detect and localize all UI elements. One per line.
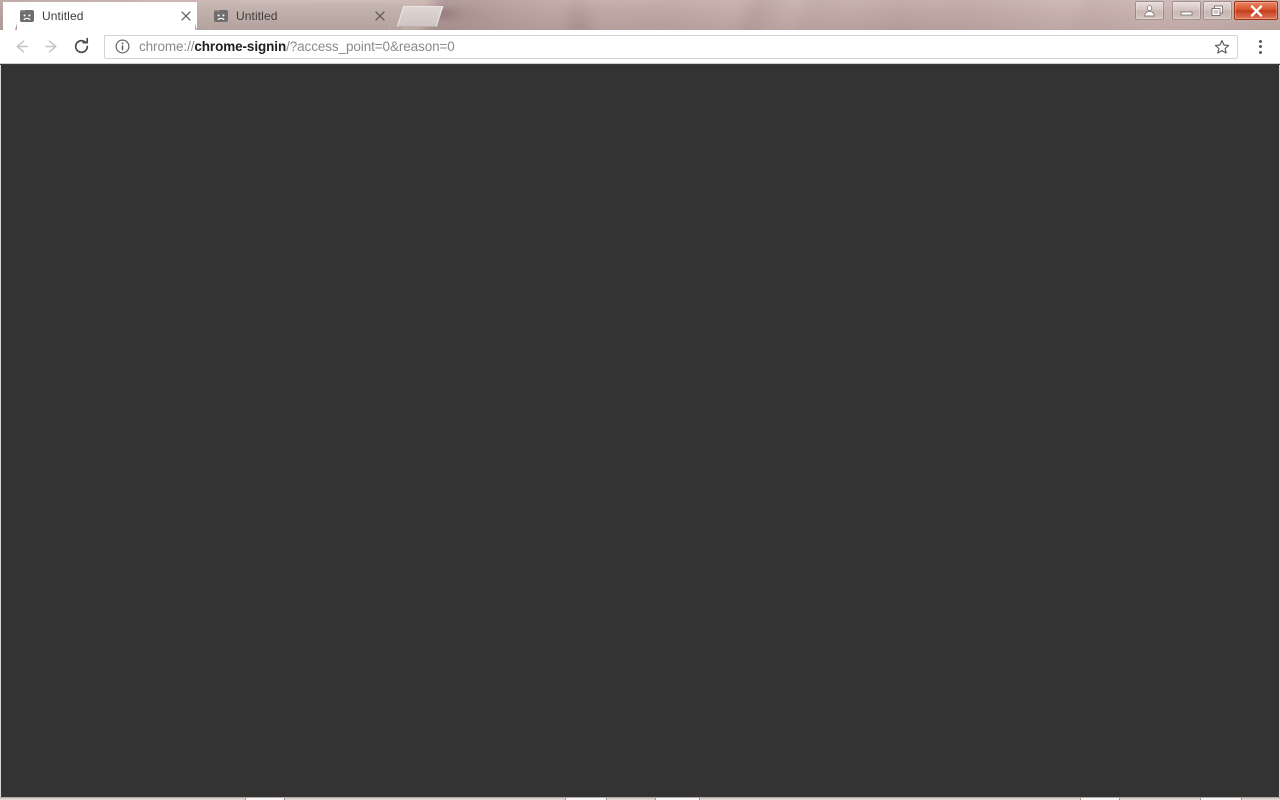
restore-button[interactable] — [1203, 1, 1232, 20]
minimize-button[interactable] — [1172, 1, 1201, 20]
page-content-area[interactable] — [0, 65, 1280, 797]
tab-content: Untitled — [213, 2, 398, 30]
three-dot-menu-icon[interactable] — [1246, 33, 1274, 61]
close-button[interactable] — [1234, 1, 1278, 20]
url-scheme: chrome:// — [139, 39, 195, 54]
url-path: /?access_point=0&reason=0 — [286, 39, 455, 54]
tab-left-edge — [3, 2, 17, 30]
menu-dot — [1258, 39, 1262, 43]
menu-dot — [1258, 45, 1262, 48]
theme-background-streak — [420, 0, 580, 30]
profile-avatar-button[interactable] — [1135, 1, 1164, 20]
tab-content: Untitled — [19, 2, 204, 30]
sad-face-crashed-icon — [213, 8, 229, 24]
star-icon[interactable] — [1211, 36, 1233, 58]
new-tab-button[interactable] — [396, 6, 444, 27]
omnibox-url-text: chrome://chrome-signin/?access_point=0&r… — [139, 39, 1211, 54]
info-circle-icon[interactable] — [114, 39, 130, 55]
theme-background-text-blur — [438, 8, 494, 19]
theme-background-streak — [789, 0, 859, 30]
tab-title: Untitled — [42, 9, 84, 23]
back-button[interactable] — [6, 32, 36, 62]
theme-background-streak — [942, 0, 1048, 30]
tab-close-button[interactable] — [372, 8, 388, 24]
theme-background-streak — [734, 0, 811, 30]
forward-button[interactable] — [36, 32, 66, 62]
tab-1[interactable]: Untitled — [202, 2, 398, 30]
browser-window: Untitled Untitled chrome://chrome-signin… — [0, 0, 1280, 800]
reload-button[interactable] — [66, 32, 96, 62]
tab-0[interactable]: Untitled — [8, 2, 204, 30]
tab-strip: Untitled Untitled — [0, 0, 1280, 30]
tab-title: Untitled — [236, 9, 278, 23]
omnibox[interactable]: chrome://chrome-signin/?access_point=0&r… — [104, 34, 1238, 59]
menu-dot — [1258, 50, 1262, 54]
sad-face-crashed-icon — [19, 8, 35, 24]
theme-background-streak — [560, 0, 596, 30]
window-controls — [1135, 1, 1278, 20]
browser-toolbar: chrome://chrome-signin/?access_point=0&r… — [0, 30, 1280, 64]
url-host: chrome-signin — [194, 39, 287, 54]
tab-close-button[interactable] — [178, 8, 194, 24]
new-tab-icon — [396, 6, 444, 27]
